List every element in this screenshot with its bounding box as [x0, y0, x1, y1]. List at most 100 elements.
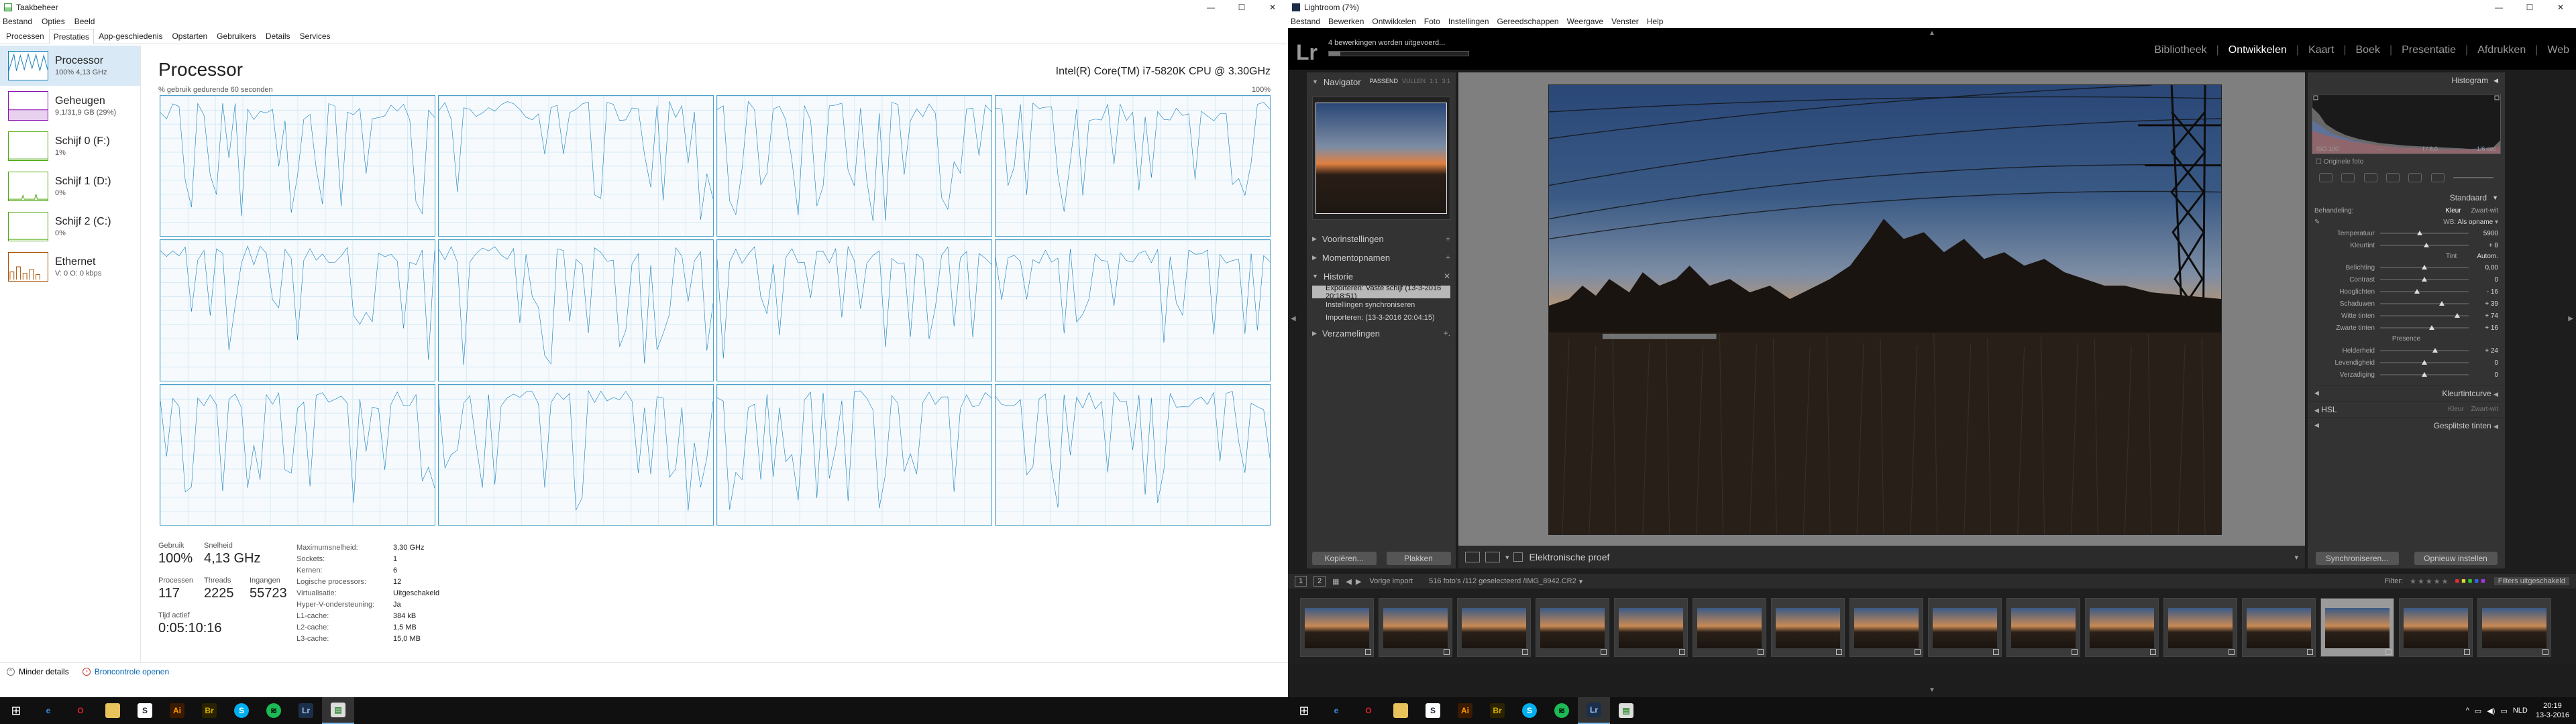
- filmstrip-thumbnail[interactable]: [1379, 598, 1452, 657]
- slider-track[interactable]: [2380, 301, 2469, 306]
- steam-icon[interactable]: S: [129, 697, 161, 724]
- slider-value[interactable]: + 8: [2474, 242, 2498, 249]
- volume-icon[interactable]: ◀): [2487, 707, 2495, 715]
- add-collection-icon[interactable]: +.: [1444, 328, 1450, 338]
- cpu-graph-grid[interactable]: [160, 95, 1271, 526]
- module-tab[interactable]: Boek: [2355, 44, 2379, 56]
- right-panel-arrow-icon[interactable]: ▶: [2568, 315, 2573, 322]
- windows-start-icon[interactable]: ⊞: [1288, 697, 1320, 724]
- wb-value[interactable]: Als opname: [2457, 219, 2493, 226]
- module-tab[interactable]: Ontwikkelen: [2229, 44, 2287, 56]
- history-item[interactable]: Instellingen synchroniseren: [1312, 298, 1450, 311]
- slider-knob[interactable]: [2414, 289, 2420, 294]
- slider-value[interactable]: + 16: [2474, 324, 2498, 332]
- close-icon[interactable]: ✕: [1257, 0, 1288, 15]
- filmstrip-thumbnail[interactable]: [1300, 598, 1374, 657]
- filmstrip-thumbnail[interactable]: [2242, 598, 2316, 657]
- taskmanager-taskbar-icon[interactable]: ▤: [322, 697, 354, 724]
- file-explorer-icon[interactable]: [97, 697, 129, 724]
- sidebar-item[interactable]: Geheugen 9,1/31,9 GB (29%): [0, 86, 140, 126]
- menu-item[interactable]: Gereedschappen: [1497, 17, 1559, 26]
- rating-filter[interactable]: ★★★★★: [2410, 577, 2449, 586]
- module-tab[interactable]: Presentatie: [2402, 44, 2456, 56]
- slider-value[interactable]: 5900: [2474, 230, 2498, 237]
- menu-opties[interactable]: Opties: [42, 17, 65, 26]
- red-eye-icon[interactable]: [2363, 173, 2377, 182]
- history-item[interactable]: Importeren: (13-3-2016 20:04:15): [1312, 311, 1450, 324]
- menu-item[interactable]: Help: [1647, 17, 1664, 26]
- steam-icon[interactable]: S: [1417, 697, 1449, 724]
- menu-item[interactable]: Venster: [1611, 17, 1639, 26]
- menu-item[interactable]: Bestand: [1291, 17, 1320, 26]
- illustrator-icon[interactable]: Ai: [1449, 697, 1481, 724]
- zoom-3-1[interactable]: 3:1: [1442, 78, 1450, 84]
- copy-settings-button[interactable]: Kopiëren...: [1311, 552, 1377, 565]
- loupe-view-icon[interactable]: [1465, 552, 1480, 562]
- slider-track[interactable]: [2380, 325, 2469, 330]
- grid-view-icon[interactable]: ▦: [1332, 577, 1339, 586]
- soft-proof-checkbox[interactable]: [1513, 552, 1523, 562]
- filter-preset-dropdown[interactable]: Filters uitgeschakeld: [2493, 577, 2569, 585]
- dropdown-arrow-icon[interactable]: ▾: [1505, 553, 1509, 562]
- original-photo-row[interactable]: ☐ Originele foto: [2308, 154, 2505, 166]
- spotify-icon[interactable]: ≋: [258, 697, 290, 724]
- hsl-color[interactable]: Kleur: [2448, 406, 2463, 413]
- bridge-icon[interactable]: Br: [1481, 697, 1513, 724]
- fewer-details-link[interactable]: Minder details: [19, 667, 69, 676]
- paste-settings-button[interactable]: Plakken: [1386, 552, 1451, 565]
- auto-tone-button[interactable]: Autom.: [2477, 253, 2498, 260]
- sidebar-item[interactable]: Schijf 2 (C:) 0%: [0, 206, 140, 247]
- graduated-filter-icon[interactable]: [2385, 173, 2400, 182]
- minimize-icon[interactable]: —: [2483, 0, 2514, 15]
- slider-knob[interactable]: [2422, 360, 2427, 365]
- filmstrip-thumbnail[interactable]: [1771, 598, 1845, 657]
- slider-knob[interactable]: [2417, 231, 2423, 235]
- slider-track[interactable]: [2380, 360, 2469, 365]
- zoom-1-1[interactable]: 1:1: [1430, 78, 1438, 84]
- menu-item[interactable]: Bewerken: [1328, 17, 1364, 26]
- adjustment-brush-icon[interactable]: [2430, 173, 2445, 182]
- add-snapshot-icon[interactable]: +: [1446, 253, 1450, 262]
- tool-slider[interactable]: [2453, 177, 2494, 178]
- back-arrow-icon[interactable]: ◀: [1346, 577, 1351, 586]
- module-tab[interactable]: Kaart: [2308, 44, 2334, 56]
- bridge-icon[interactable]: Br: [193, 697, 225, 724]
- toolbar-menu-arrow-icon[interactable]: ▾: [2294, 553, 2298, 562]
- main-photo[interactable]: [1548, 84, 2222, 535]
- slider-track[interactable]: [2380, 231, 2469, 235]
- slider-knob[interactable]: [2428, 325, 2434, 330]
- slider-knob[interactable]: [2422, 277, 2427, 282]
- basic-header[interactable]: Standaard ▼: [2308, 190, 2505, 206]
- sidebar-item[interactable]: Ethernet V: 0 O: 0 kbps: [0, 247, 140, 287]
- close-icon[interactable]: ✕: [2545, 0, 2576, 15]
- filmstrip-thumbnail[interactable]: [1614, 598, 1688, 657]
- skype-icon[interactable]: S: [1513, 697, 1546, 724]
- synchronize-button[interactable]: Synchroniseren...: [2315, 552, 2399, 565]
- photo-canvas[interactable]: [1458, 72, 2305, 546]
- slider-value[interactable]: 0: [2474, 276, 2498, 284]
- edge-icon[interactable]: e: [32, 697, 64, 724]
- sidebar-item[interactable]: Processor 100% 4,13 GHz: [0, 46, 140, 86]
- slider-knob[interactable]: [2432, 348, 2438, 353]
- screen-1-button[interactable]: 1: [1295, 576, 1307, 587]
- spot-removal-icon[interactable]: [2341, 173, 2355, 182]
- hsl-header[interactable]: ◀ HSL Kleur Zwart-wit: [2308, 401, 2505, 417]
- crop-tool-icon[interactable]: [2318, 173, 2332, 182]
- slider-value[interactable]: 0: [2474, 359, 2498, 367]
- zoom-fill[interactable]: VULLEN: [1402, 78, 1426, 84]
- lightroom-icon[interactable]: Lr: [290, 697, 322, 724]
- notification-icon[interactable]: ▭: [2500, 707, 2507, 715]
- histogram[interactable]: ISO 100 — f / 8,0 1/6 sec: [2312, 94, 2501, 154]
- hsl-bw[interactable]: Zwart-wit: [2471, 406, 2498, 413]
- menu-item[interactable]: Weergave: [1567, 17, 1603, 26]
- slider-value[interactable]: - 16: [2474, 288, 2498, 296]
- lightroom-icon[interactable]: Lr: [1578, 697, 1610, 724]
- top-panel-arrow-icon[interactable]: ▲: [1929, 29, 1935, 37]
- module-tab[interactable]: Bibliotheek: [2154, 44, 2206, 56]
- filmstrip-thumbnail[interactable]: [2006, 598, 2080, 657]
- illustrator-icon[interactable]: Ai: [161, 697, 193, 724]
- slider-value[interactable]: 0: [2474, 371, 2498, 379]
- bottom-panel-arrow-icon[interactable]: ▼: [1929, 686, 1935, 694]
- left-panel-arrow-icon[interactable]: ◀: [1291, 315, 1296, 322]
- filmstrip-thumbnail[interactable]: [1928, 598, 2002, 657]
